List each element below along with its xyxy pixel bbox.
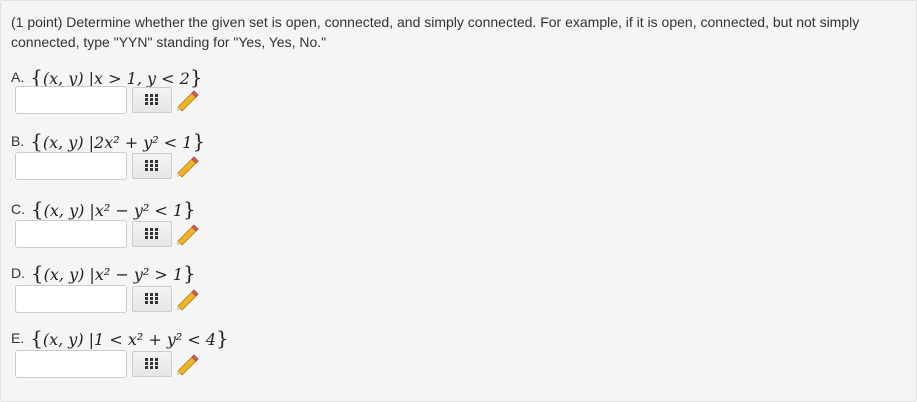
problem-prompt: (1 point) Determine whether the given se… [11,14,860,50]
problem-panel: (1 point) Determine whether the given se… [0,0,917,402]
part-c-expression: {(x, y) |x² − y² < 1} [30,197,196,221]
pencil-icon[interactable] [175,287,201,311]
grid-palette-icon [145,94,158,105]
part-d-label: D. {(x, y) |x² − y² > 1} [11,261,196,285]
part-b-expression: {(x, y) |2x² + y² < 1} [30,129,206,153]
part-b-label: B. {(x, y) |2x² + y² < 1} [11,129,206,153]
part-a-label: A. {(x, y) |x > 1, y < 2} [11,65,203,89]
grid-palette-icon [145,358,158,369]
part-e-expression: {(x, y) |1 < x² + y² < 4} [30,326,229,350]
part-e-answer-input[interactable] [15,350,127,378]
part-b-palette-button[interactable] [132,153,172,179]
pencil-icon[interactable] [175,222,201,246]
part-b-answer-input[interactable] [15,152,127,180]
grid-palette-icon [145,293,158,304]
grid-palette-icon [145,160,158,171]
part-c-palette-button[interactable] [132,221,172,247]
part-e-palette-button[interactable] [132,351,172,377]
grid-palette-icon [145,228,158,239]
part-c-label: C. {(x, y) |x² − y² < 1} [11,197,196,221]
part-d-expression: {(x, y) |x² − y² > 1} [30,261,196,285]
part-c-answer-input[interactable] [15,220,127,248]
part-d-answer-input[interactable] [15,285,127,313]
pencil-icon[interactable] [175,88,201,112]
part-a-answer-input[interactable] [15,86,127,114]
part-e-label: E. {(x, y) |1 < x² + y² < 4} [11,326,229,350]
part-d-palette-button[interactable] [132,286,172,312]
pencil-icon[interactable] [175,154,201,178]
part-a-palette-button[interactable] [132,87,172,113]
pencil-icon[interactable] [175,352,201,376]
